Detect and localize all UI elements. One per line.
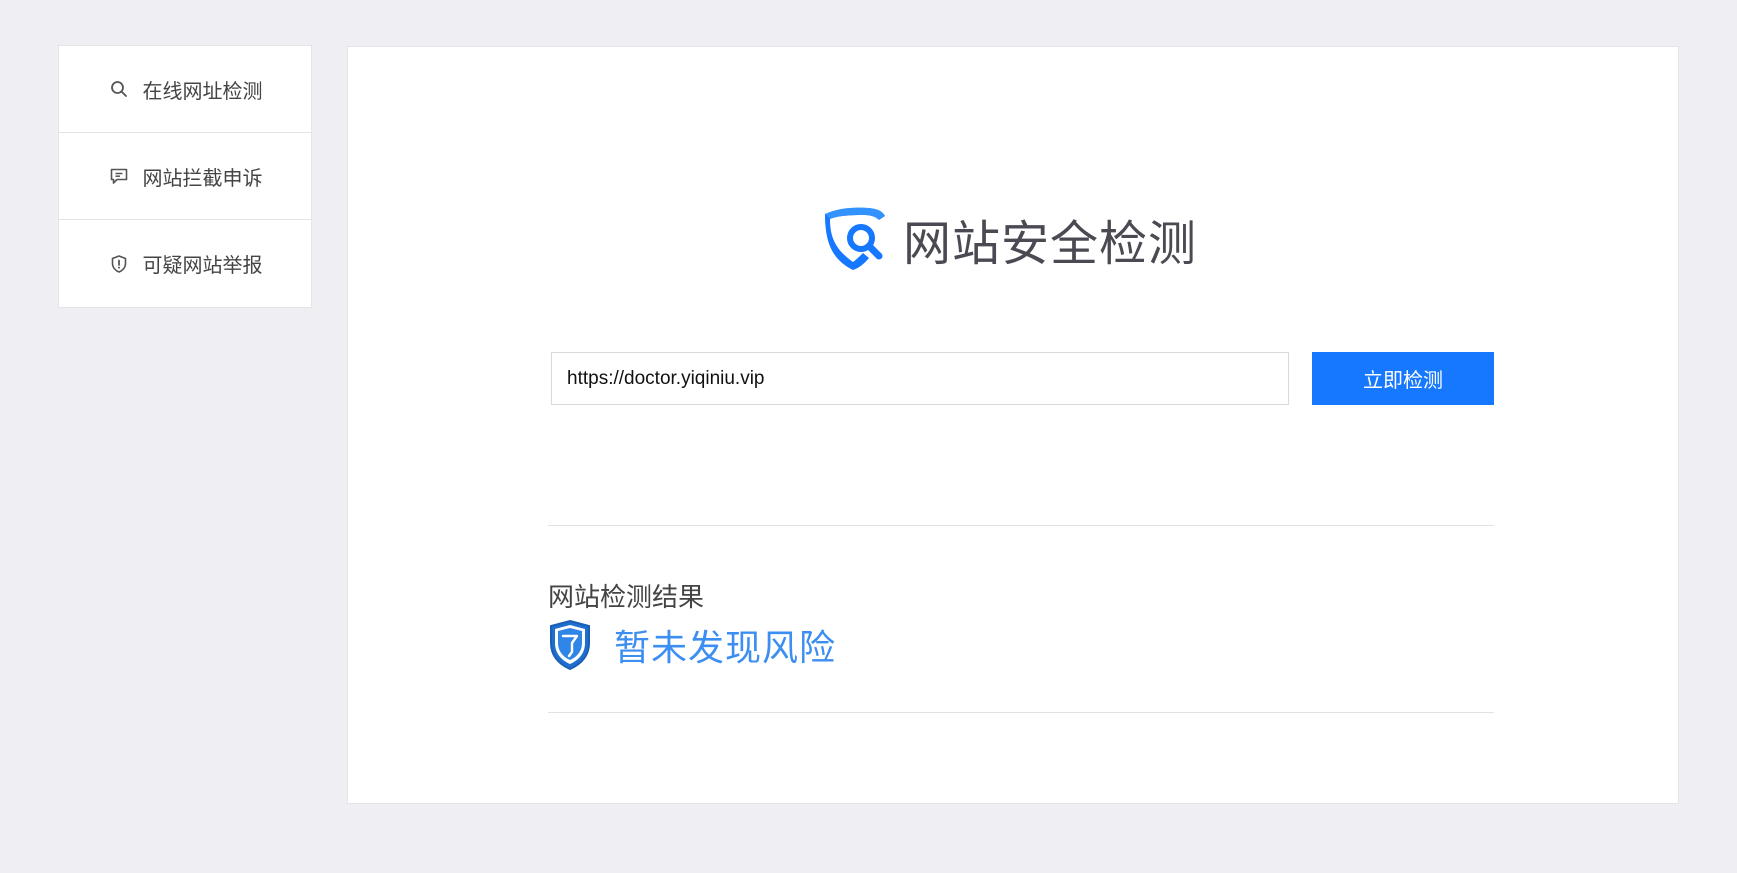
sidebar-item-block-appeal[interactable]: 网站拦截申诉	[59, 133, 311, 220]
sidebar-item-label: 网站拦截申诉	[142, 165, 263, 190]
sidebar-item-suspicious-report[interactable]: 可疑网站举报	[59, 220, 311, 307]
url-input[interactable]	[551, 352, 1289, 405]
sidebar-item-label: 可疑网站举报	[142, 253, 263, 277]
shield-alert-icon	[108, 253, 130, 275]
divider-bottom	[548, 712, 1494, 713]
shield-search-logo-icon	[819, 204, 889, 274]
divider-top	[548, 525, 1494, 526]
search-icon	[108, 78, 130, 100]
check-now-button[interactable]: 立即检测	[1312, 352, 1494, 405]
page-title: 网站安全检测	[903, 216, 1198, 272]
shield-check-icon	[548, 619, 592, 671]
sidebar-item-online-url-check[interactable]: 在线网址检测	[59, 46, 311, 133]
result-status-row: 暂未发现风险	[548, 619, 836, 671]
brand-header: 网站安全检测	[819, 204, 1197, 274]
result-status-text: 暂未发现风险	[614, 628, 837, 669]
sidebar: 在线网址检测 网站拦截申诉 可疑网站举报	[58, 45, 312, 308]
sidebar-item-label: 在线网址检测	[142, 78, 263, 103]
main-panel: 网站安全检测 立即检测 网站检测结果 暂未发现风险	[347, 46, 1679, 804]
comment-icon	[108, 165, 130, 187]
result-heading: 网站检测结果	[548, 583, 705, 613]
